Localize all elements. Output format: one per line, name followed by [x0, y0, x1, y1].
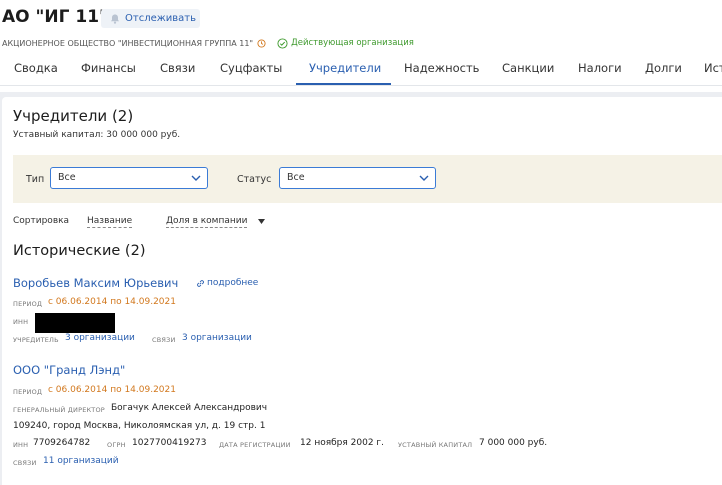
- chevron-down-icon: [419, 175, 429, 181]
- inn-value: 7709264782: [33, 438, 91, 448]
- founders-card: Учредители (2) Уставный капитал: 30 000 …: [2, 97, 722, 485]
- clock-icon[interactable]: [257, 38, 266, 48]
- chevron-down-icon: [191, 175, 201, 181]
- director-label: генеральный директор: [13, 406, 105, 414]
- founder-name-link[interactable]: ООО "Гранд Лэнд": [13, 363, 125, 377]
- period-label: период: [13, 300, 43, 308]
- tab-reliability[interactable]: Надежность: [404, 56, 479, 84]
- capital-value: 7 000 000 руб.: [479, 438, 548, 448]
- tab-links[interactable]: Связи: [160, 56, 195, 84]
- inn-label: инн: [13, 441, 29, 449]
- tab-facts[interactable]: Суцфакты: [220, 56, 282, 84]
- links-label: связи: [152, 336, 176, 344]
- authorized-capital: Уставный капитал: 30 000 000 руб.: [13, 130, 181, 140]
- caret-down-icon: [258, 219, 265, 224]
- tab-summary[interactable]: Сводка: [14, 56, 58, 84]
- sort-by-name[interactable]: Название: [87, 216, 133, 228]
- filters-panel: Тип Все Статус Все: [13, 155, 722, 203]
- tab-sanctions[interactable]: Санкции: [502, 56, 554, 84]
- status-select[interactable]: Все: [279, 167, 436, 189]
- details-link-label: подробнее: [207, 278, 259, 288]
- sort-by-share[interactable]: Доля в компании: [166, 216, 248, 228]
- page-title: Учредители (2): [13, 107, 134, 125]
- tab-founders[interactable]: Учредители: [309, 56, 381, 84]
- ogrn-label: огрн: [107, 441, 126, 449]
- status-filter-label: Статус: [237, 174, 272, 185]
- inn-label: инн: [13, 318, 29, 326]
- type-select[interactable]: Все: [50, 167, 208, 189]
- company-name: АО "ИГ 11": [2, 7, 108, 27]
- tab-bar: Сводка Финансы Связи Суцфакты Учредители…: [0, 56, 722, 86]
- founder-name-link[interactable]: Воробьев Максим Юрьевич: [13, 276, 178, 290]
- links-orgs-link[interactable]: 3 организации: [182, 333, 252, 343]
- redacted-inn: [35, 313, 115, 333]
- period-value: с 06.06.2014 по 14.09.2021: [48, 385, 176, 395]
- status-select-value: Все: [287, 172, 305, 183]
- founder-orgs-link[interactable]: 3 организации: [65, 333, 135, 343]
- founder-label: учредитель: [13, 336, 59, 344]
- tabs-divider: [0, 85, 722, 86]
- type-filter-label: Тип: [26, 174, 45, 185]
- director-name: Богачук Алексей Александрович: [111, 403, 268, 413]
- links-orgs-link[interactable]: 11 организаций: [43, 456, 119, 466]
- historical-title: Исторические (2): [13, 243, 146, 259]
- company-address: 109240, город Москва, Николоямская ул, д…: [13, 421, 266, 431]
- details-link[interactable]: подробнее: [196, 278, 258, 288]
- links-label: связи: [13, 459, 37, 467]
- period-value: с 06.06.2014 по 14.09.2021: [48, 297, 176, 307]
- company-header: АО "ИГ 11" Отслеживать АКЦИОНЕРНОЕ ОБЩЕС…: [0, 0, 722, 92]
- follow-button[interactable]: Отслеживать: [101, 9, 200, 28]
- bell-icon: [111, 14, 119, 24]
- tab-debts[interactable]: Долги: [645, 56, 682, 84]
- type-select-value: Все: [58, 172, 76, 183]
- period-label: период: [13, 388, 43, 396]
- reg-date-label: дата регистрации: [219, 441, 291, 449]
- sort-label: Сортировка: [13, 216, 70, 226]
- follow-label: Отслеживать: [125, 13, 196, 24]
- status-badge: Действующая организация: [291, 38, 414, 48]
- check-circle-icon: [277, 37, 288, 49]
- ogrn-value: 1027700419273: [132, 438, 207, 448]
- reg-date-value: 12 ноября 2002 г.: [300, 438, 385, 448]
- company-fullname-row: АКЦИОНЕРНОЕ ОБЩЕСТВО "ИНВЕСТИЦИОННАЯ ГРУ…: [2, 37, 414, 49]
- capital-label: уставный капитал: [398, 441, 473, 449]
- company-full-name: АКЦИОНЕРНОЕ ОБЩЕСТВО "ИНВЕСТИЦИОННАЯ ГРУ…: [2, 38, 254, 48]
- tab-history[interactable]: Ист: [704, 56, 722, 84]
- link-icon: [197, 279, 204, 287]
- tab-finance[interactable]: Финансы: [81, 56, 136, 84]
- tab-taxes[interactable]: Налоги: [578, 56, 622, 84]
